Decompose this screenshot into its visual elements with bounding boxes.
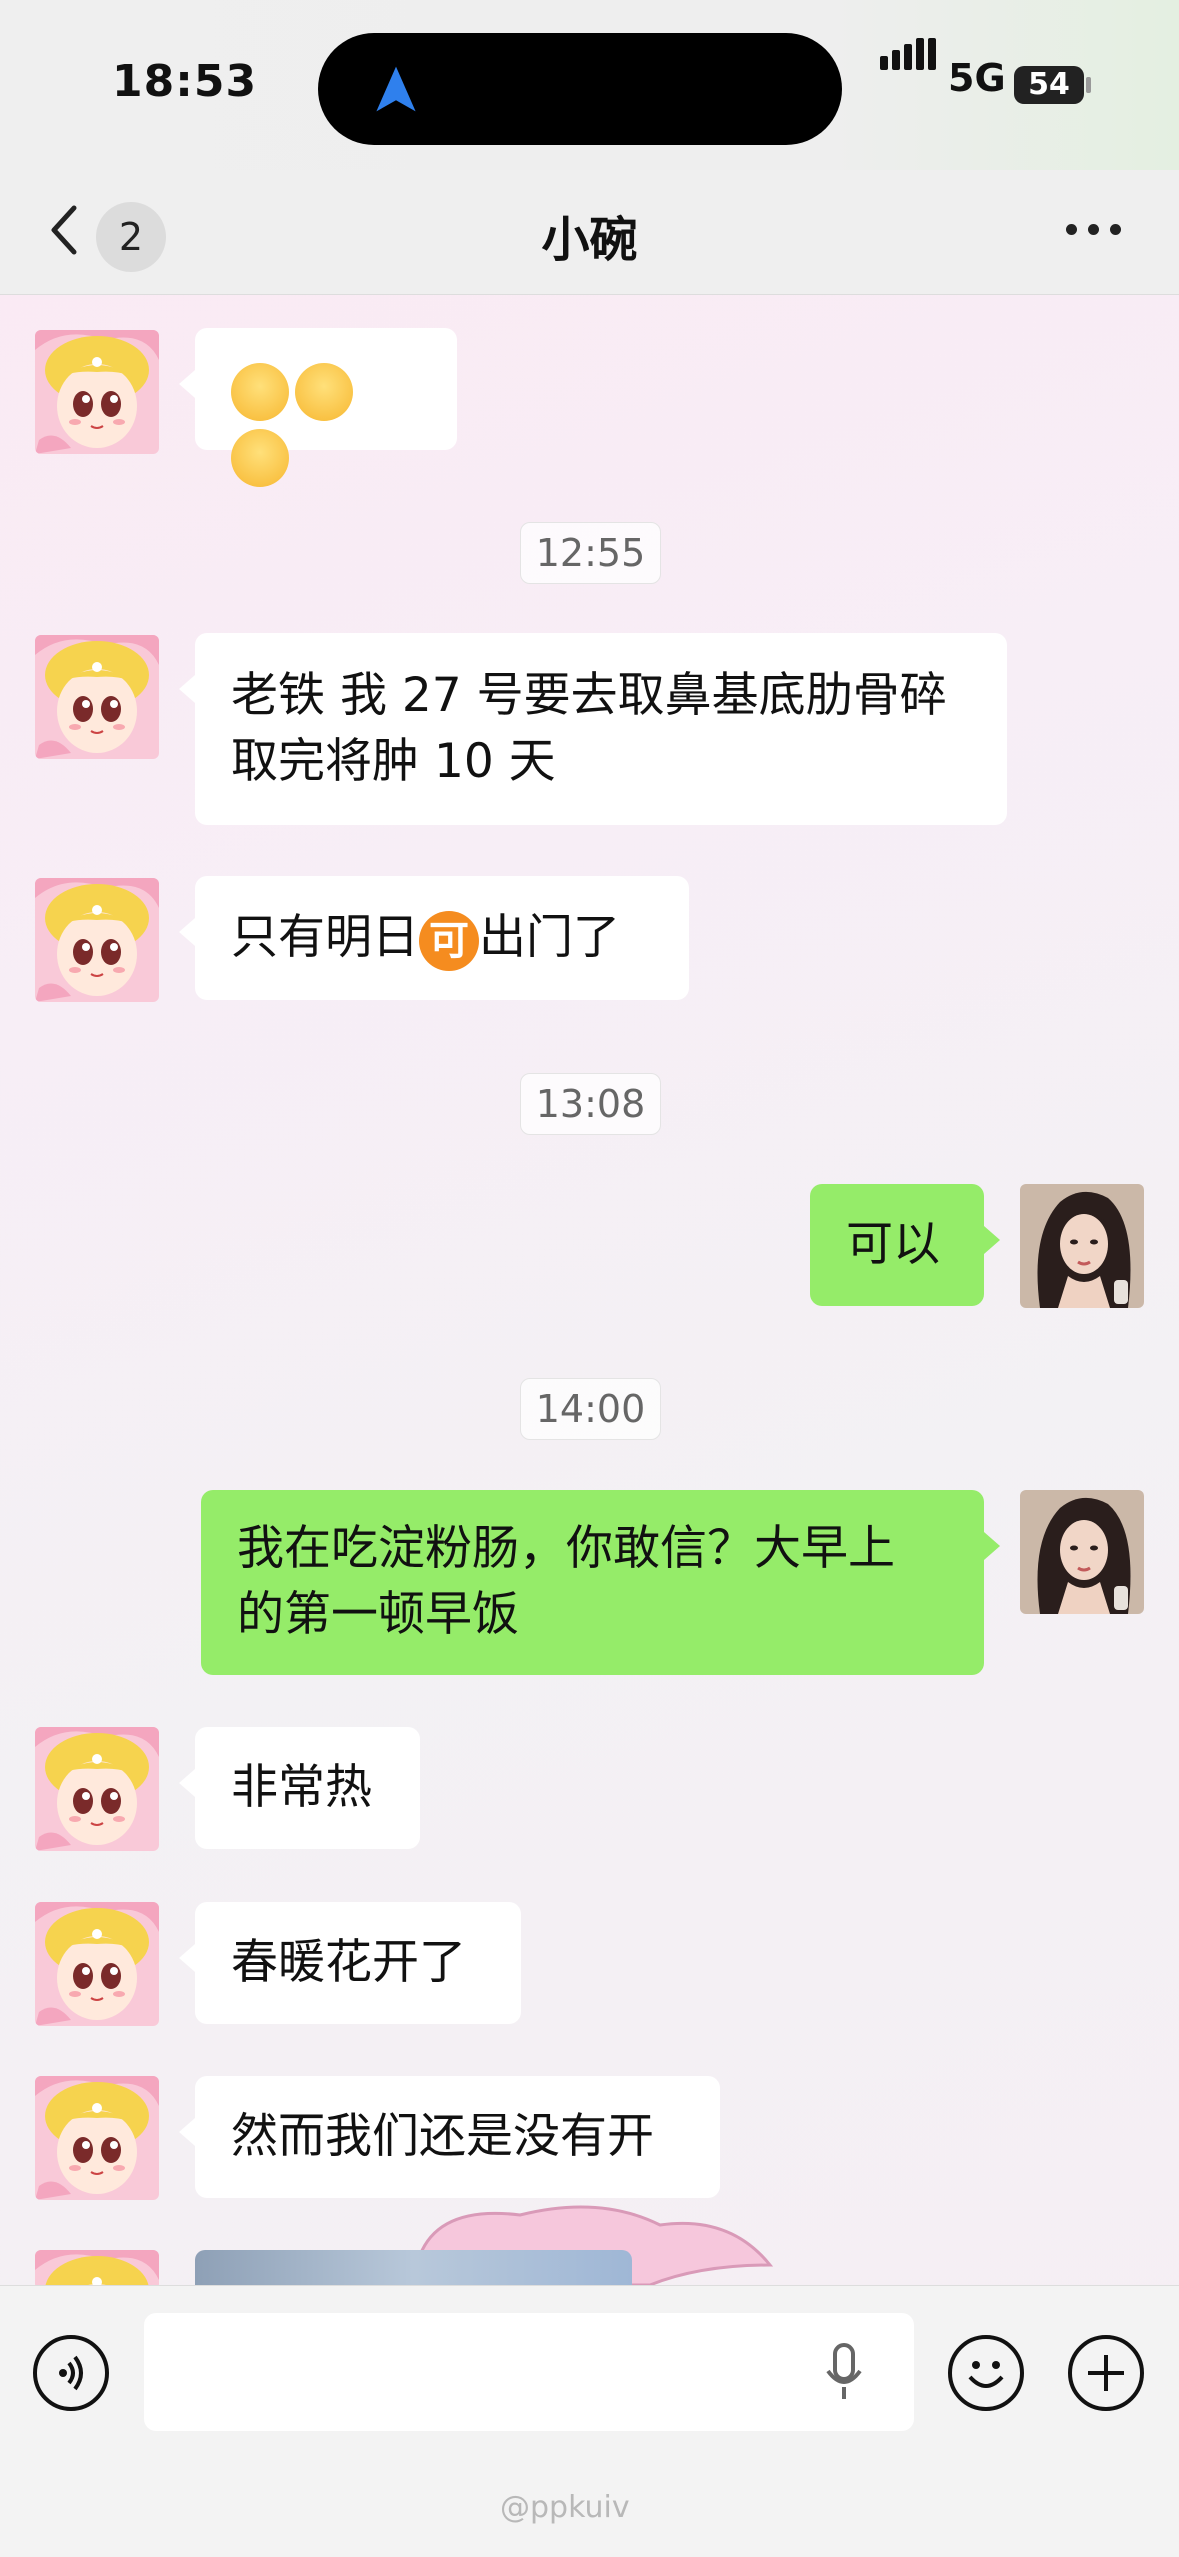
message-bubble-outgoing[interactable]: 可以 bbox=[810, 1184, 1000, 1306]
my-avatar[interactable] bbox=[1020, 1490, 1144, 1614]
watermark: @ppkuiv bbox=[500, 2490, 630, 2525]
message-text: 取完将肿 10 天 bbox=[231, 734, 556, 789]
voice-toggle-icon[interactable] bbox=[33, 2335, 109, 2411]
message-bubble-outgoing[interactable]: 我在吃淀粉肠，你敢信？大早上 的第一顿早饭 bbox=[201, 1490, 1000, 1675]
battery-tip bbox=[1086, 77, 1091, 93]
status-bar: 18:53 5G 54 bbox=[0, 0, 1179, 170]
message-bubble-incoming[interactable]: 非常热 bbox=[179, 1727, 420, 1849]
message-text: 春暖花开了 bbox=[231, 1935, 466, 1990]
contact-avatar[interactable] bbox=[35, 635, 159, 759]
contact-avatar[interactable] bbox=[35, 1902, 159, 2026]
emoji-icon[interactable] bbox=[948, 2335, 1024, 2411]
message-text: 我在吃淀粉肠，你敢信？大早上 bbox=[237, 1521, 895, 1576]
message-bubble-incoming[interactable]: 然而我们还是没有开 bbox=[179, 2076, 720, 2198]
dynamic-island bbox=[318, 33, 842, 145]
message-text: 出门了 bbox=[479, 910, 620, 965]
message-bubble-incoming[interactable]: 老铁 我 27 号要去取鼻基底肋骨碎 取完将肿 10 天 bbox=[179, 633, 1007, 825]
message-input[interactable] bbox=[144, 2313, 914, 2431]
navigation-arrow-icon bbox=[376, 66, 416, 112]
message-text: 非常热 bbox=[231, 1760, 372, 1815]
message-bubble-incoming[interactable]: 😊😊😊 bbox=[179, 328, 457, 487]
message-text: 老铁 我 27 号要去取鼻基底肋骨碎 bbox=[231, 668, 947, 723]
ke-emoji-icon: 可 bbox=[419, 910, 479, 971]
message-text: 可以 bbox=[846, 1217, 940, 1272]
microphone-icon[interactable] bbox=[824, 2343, 864, 2403]
status-time: 18:53 bbox=[112, 56, 258, 107]
emoji-smile-icon bbox=[295, 362, 353, 421]
my-avatar[interactable] bbox=[1020, 1184, 1144, 1308]
contact-avatar[interactable] bbox=[35, 330, 159, 454]
contact-avatar[interactable] bbox=[35, 2076, 159, 2200]
network-type: 5G bbox=[948, 56, 1006, 100]
message-text: 的第一顿早饭 bbox=[237, 1587, 519, 1642]
message-bubble-incoming[interactable]: 只有明日可出门了 bbox=[179, 876, 689, 1000]
plus-icon[interactable] bbox=[1068, 2335, 1144, 2411]
timestamp: 13:08 bbox=[520, 1073, 661, 1135]
emoji-smile-icon bbox=[231, 362, 289, 421]
emoji-smile-icon bbox=[231, 428, 289, 487]
message-bubble-incoming[interactable]: 春暖花开了 bbox=[179, 1902, 521, 2024]
contact-avatar[interactable] bbox=[35, 1727, 159, 1851]
battery-indicator: 54 bbox=[1014, 66, 1084, 104]
timestamp: 12:55 bbox=[520, 522, 661, 584]
contact-avatar[interactable] bbox=[35, 2250, 159, 2290]
contact-avatar[interactable] bbox=[35, 878, 159, 1002]
image-message-thumbnail[interactable] bbox=[195, 2250, 632, 2286]
chat-header: 2 小碗 bbox=[0, 170, 1179, 295]
chat-title: 小碗 bbox=[541, 212, 638, 268]
message-text: 然而我们还是没有开 bbox=[231, 2109, 654, 2164]
message-text: 只有明日 bbox=[231, 910, 419, 965]
timestamp: 14:00 bbox=[520, 1378, 661, 1440]
